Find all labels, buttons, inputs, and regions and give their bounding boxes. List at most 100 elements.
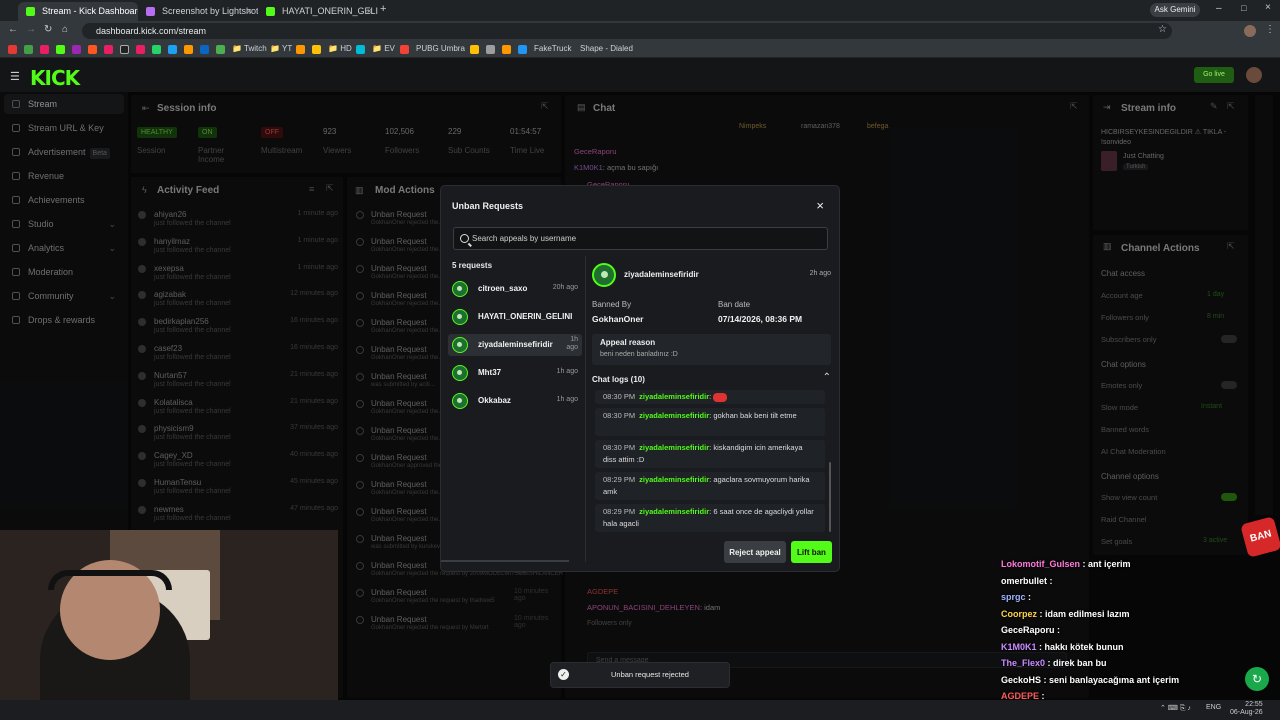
bookmark-shape-dialed[interactable]: Shape - Dialed (580, 44, 633, 53)
ban-date-label: Ban date (718, 300, 751, 309)
request-item[interactable]: Okkabaz 1h ago (448, 390, 582, 412)
chat-log-entry: 08:29 PM ziyadaleminsefiridir: agaclara s… (595, 472, 825, 500)
close-tab-icon[interactable]: × (247, 2, 252, 20)
tray-icons[interactable]: ⌃ ⌨ ⎘ ♪ (1160, 704, 1191, 713)
chat-log-entry: 08:29 PM ziyadaleminsefiridir: 6 saat onc… (595, 504, 825, 532)
overlay-chat-text: ant içerim (1088, 559, 1131, 569)
back-icon[interactable]: ← (8, 24, 18, 35)
bookmark-folder-twitch[interactable]: 📁 Twitch (232, 44, 267, 53)
bookmark-star-icon[interactable]: ☆ (1158, 24, 1167, 35)
avatar (452, 281, 468, 297)
tab-kick-channel[interactable]: HAYATI_ONERIN_GELINI - Kick × (258, 2, 378, 21)
request-item[interactable]: HAYATI_ONERIN_GELINI (448, 306, 582, 328)
detail-time: 2h ago (809, 270, 831, 277)
address-bar-row: ← → ↻ ⌂ dashboard.kick.com/stream ☆ ⋮ (0, 21, 1280, 41)
chevron-up-icon[interactable]: ⌃ (823, 372, 831, 383)
bookmark-icon[interactable] (152, 45, 161, 54)
language-indicator[interactable]: ENG (1206, 704, 1221, 711)
overlay-chat-user: GeceRaporu (1001, 625, 1055, 635)
requests-count: 5 requests (452, 261, 493, 270)
maximize-icon[interactable]: □ (1241, 3, 1246, 13)
forward-icon[interactable]: → (26, 24, 36, 35)
bookmark-icon[interactable] (24, 45, 33, 54)
go-live-button[interactable]: Go live (1194, 67, 1234, 83)
bookmark-faketruck[interactable]: FakeTruck (534, 44, 572, 53)
ask-gemini-button[interactable]: Ask Gemini (1150, 3, 1200, 17)
overlay-chat-message: GeceRaporu : (1001, 625, 1061, 635)
overlay-chat-text: direk ban bu (1053, 658, 1107, 668)
banned-by-value: GokhanOner (592, 314, 644, 324)
chat-log-entry: 08:30 PM ziyadaleminsefiridir: kiskandigi… (595, 440, 825, 468)
detail-username: ziyadaleminsefiridir (624, 270, 699, 279)
banned-by-label: Banned By (592, 300, 632, 309)
hamburger-menu-icon[interactable]: ☰ (10, 70, 20, 83)
tab-lightshot[interactable]: Screenshot by Lightshot × (138, 2, 258, 21)
appeal-search-input[interactable] (472, 231, 822, 246)
bookmark-icon[interactable] (168, 45, 177, 54)
overlay-chat-message: GeckoHS : seni banlayacağıma ant içerim (1001, 674, 1180, 685)
clock[interactable]: 22:55 06-Aug-26 (1230, 701, 1263, 717)
bookmark-icon[interactable] (312, 45, 321, 54)
lift-ban-button[interactable]: Lift ban (791, 541, 832, 563)
refresh-fab-icon[interactable]: ↻ (1245, 667, 1269, 691)
overlay-chat-user: Coorpez (1001, 608, 1037, 619)
bookmark-icon[interactable] (200, 45, 209, 54)
bookmark-icon[interactable] (136, 45, 145, 54)
menu-dots-icon[interactable]: ⋮ (1265, 24, 1275, 35)
dashboard-top-nav: ☰ Go live (0, 58, 1280, 92)
reload-icon[interactable]: ↻ (44, 24, 52, 35)
bookmark-icon[interactable] (8, 45, 17, 54)
avatar (592, 263, 616, 287)
unban-requests-modal: Unban Requests × 5 requests citroen_saxo… (441, 186, 839, 571)
avatar (452, 365, 468, 381)
bookmark-icon[interactable] (184, 45, 193, 54)
overlay-chat-message: K1M0K1 : hakkı kötek bunun (1001, 641, 1124, 652)
home-icon[interactable]: ⌂ (62, 24, 68, 35)
reject-appeal-button[interactable]: Reject appeal (724, 541, 786, 563)
bookmark-folder-hd[interactable]: 📁 HD (328, 44, 352, 53)
bookmark-icon[interactable] (356, 45, 365, 54)
request-item[interactable]: Mht37 1h ago (448, 362, 582, 384)
list-scrollbar[interactable] (441, 560, 569, 562)
tab-kick-dashboard[interactable]: Stream - Kick Dashboard × (18, 2, 138, 21)
request-item-selected[interactable]: ziyadaleminsefiridir 1h ago (448, 334, 582, 356)
bookmark-icon[interactable] (120, 45, 129, 54)
kick-favicon (266, 7, 275, 16)
chat-logs-scrollbar[interactable] (829, 462, 831, 532)
bookmark-icon[interactable] (470, 45, 479, 54)
user-avatar[interactable] (1246, 67, 1262, 83)
overlay-chat-text: seni banlayacağıma ant içerim (1049, 674, 1180, 685)
profile-avatar[interactable] (1244, 25, 1256, 37)
modal-divider (585, 256, 586, 562)
overlay-chat-user: GeckoHS (1001, 674, 1042, 685)
bookmark-icon[interactable] (104, 45, 113, 54)
bookmark-icon[interactable] (216, 45, 225, 54)
bookmark-icon[interactable] (518, 45, 527, 54)
bookmark-pubg[interactable]: PUBG Umbra (416, 44, 465, 53)
close-tab-icon[interactable]: × (127, 2, 132, 20)
close-window-icon[interactable]: × (1265, 2, 1271, 13)
url-field[interactable]: dashboard.kick.com/stream (82, 23, 1172, 39)
bookmark-icon[interactable] (56, 45, 65, 54)
bookmark-folder-yt[interactable]: 📁 YT (270, 44, 292, 53)
bookmark-icon[interactable] (88, 45, 97, 54)
request-item[interactable]: citroen_saxo 20h ago (448, 278, 582, 300)
bookmark-icon[interactable] (502, 45, 511, 54)
bookmark-icon[interactable] (40, 45, 49, 54)
minimize-icon[interactable]: – (1216, 3, 1222, 14)
appeal-reason-text: beni neden banladınız :D (600, 351, 678, 358)
bookmark-icon[interactable] (486, 45, 495, 54)
avatar (452, 393, 468, 409)
overlay-chat-message: omerbullet : (1001, 575, 1053, 586)
bookmark-icon[interactable] (400, 45, 409, 54)
close-icon[interactable]: × (816, 198, 824, 213)
overlay-chat-user: sprgc (1001, 592, 1026, 602)
new-tab-icon[interactable]: + (380, 3, 386, 15)
close-tab-icon[interactable]: × (367, 2, 372, 20)
overlay-chat-user: K1M0K1 (1001, 641, 1037, 652)
bookmark-folder-ev[interactable]: 📁 EV (372, 44, 395, 53)
bookmark-icon[interactable] (72, 45, 81, 54)
chat-logs-header[interactable]: Chat logs (10) (592, 375, 645, 384)
bookmark-icon[interactable] (296, 45, 305, 54)
kick-logo[interactable]: KICK (30, 66, 80, 90)
